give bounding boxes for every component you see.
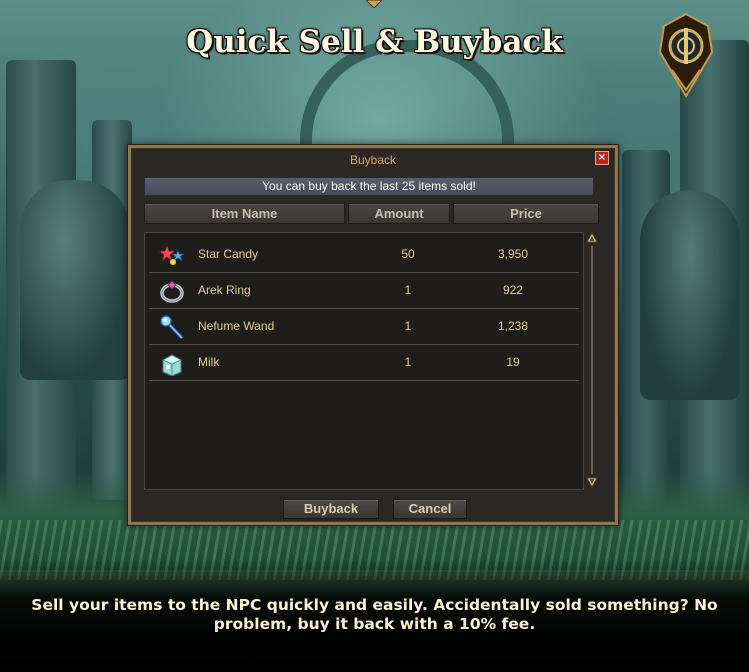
scroll-up-arrow-icon[interactable]: [586, 232, 598, 244]
column-header-item-name[interactable]: Item Name: [144, 203, 345, 224]
item-row[interactable]: Nefume Wand 1 1,238: [149, 309, 579, 345]
item-amount: 1: [404, 355, 412, 369]
milk-icon: [159, 350, 185, 376]
item-row[interactable]: Star Candy 50 3,950: [149, 237, 579, 273]
buyback-dialog: Buyback × You can buy back the last 25 i…: [127, 144, 619, 526]
column-header-price[interactable]: Price: [453, 203, 599, 224]
feature-caption: Sell your items to the NPC quickly and e…: [31, 596, 718, 633]
item-price: 3,950: [497, 247, 529, 261]
game-emblem-icon: [658, 12, 714, 98]
ring-icon: [159, 278, 185, 304]
item-amount: 1: [404, 283, 412, 297]
cancel-button[interactable]: Cancel: [393, 499, 467, 519]
item-amount: 50: [401, 247, 415, 261]
wand-icon: [159, 314, 185, 340]
item-name: Nefume Wand: [198, 319, 275, 333]
item-price: 922: [502, 283, 524, 297]
item-row[interactable]: Milk 1 19: [149, 345, 579, 381]
buyback-item-list: Star Candy 50 3,950 Arek Ring 1 922 Nefu…: [144, 232, 584, 490]
item-price: 1,238: [497, 319, 529, 333]
scroll-track[interactable]: [591, 246, 593, 474]
background-statue: [20, 180, 130, 380]
item-name: Star Candy: [198, 247, 259, 261]
scroll-down-arrow-icon[interactable]: [586, 476, 598, 488]
item-amount: 1: [404, 319, 412, 333]
list-scrollbar[interactable]: [586, 232, 598, 488]
item-name: Milk: [198, 355, 220, 369]
buyback-button[interactable]: Buyback: [283, 499, 379, 519]
page-title: Quick Sell & Buyback: [186, 24, 563, 60]
item-row[interactable]: Arek Ring 1 922: [149, 273, 579, 309]
star-candy-icon: [159, 242, 185, 268]
buyback-notice: You can buy back the last 25 items sold!: [144, 177, 594, 196]
dialog-titlebar[interactable]: Buyback: [135, 152, 611, 169]
item-price: 19: [506, 355, 520, 369]
column-header-amount[interactable]: Amount: [348, 203, 450, 224]
dialog-title: Buyback: [349, 153, 397, 167]
background-statue: [640, 190, 740, 400]
item-name: Arek Ring: [198, 283, 251, 297]
top-ornament-icon: [366, 0, 382, 8]
close-button[interactable]: ×: [595, 151, 609, 165]
